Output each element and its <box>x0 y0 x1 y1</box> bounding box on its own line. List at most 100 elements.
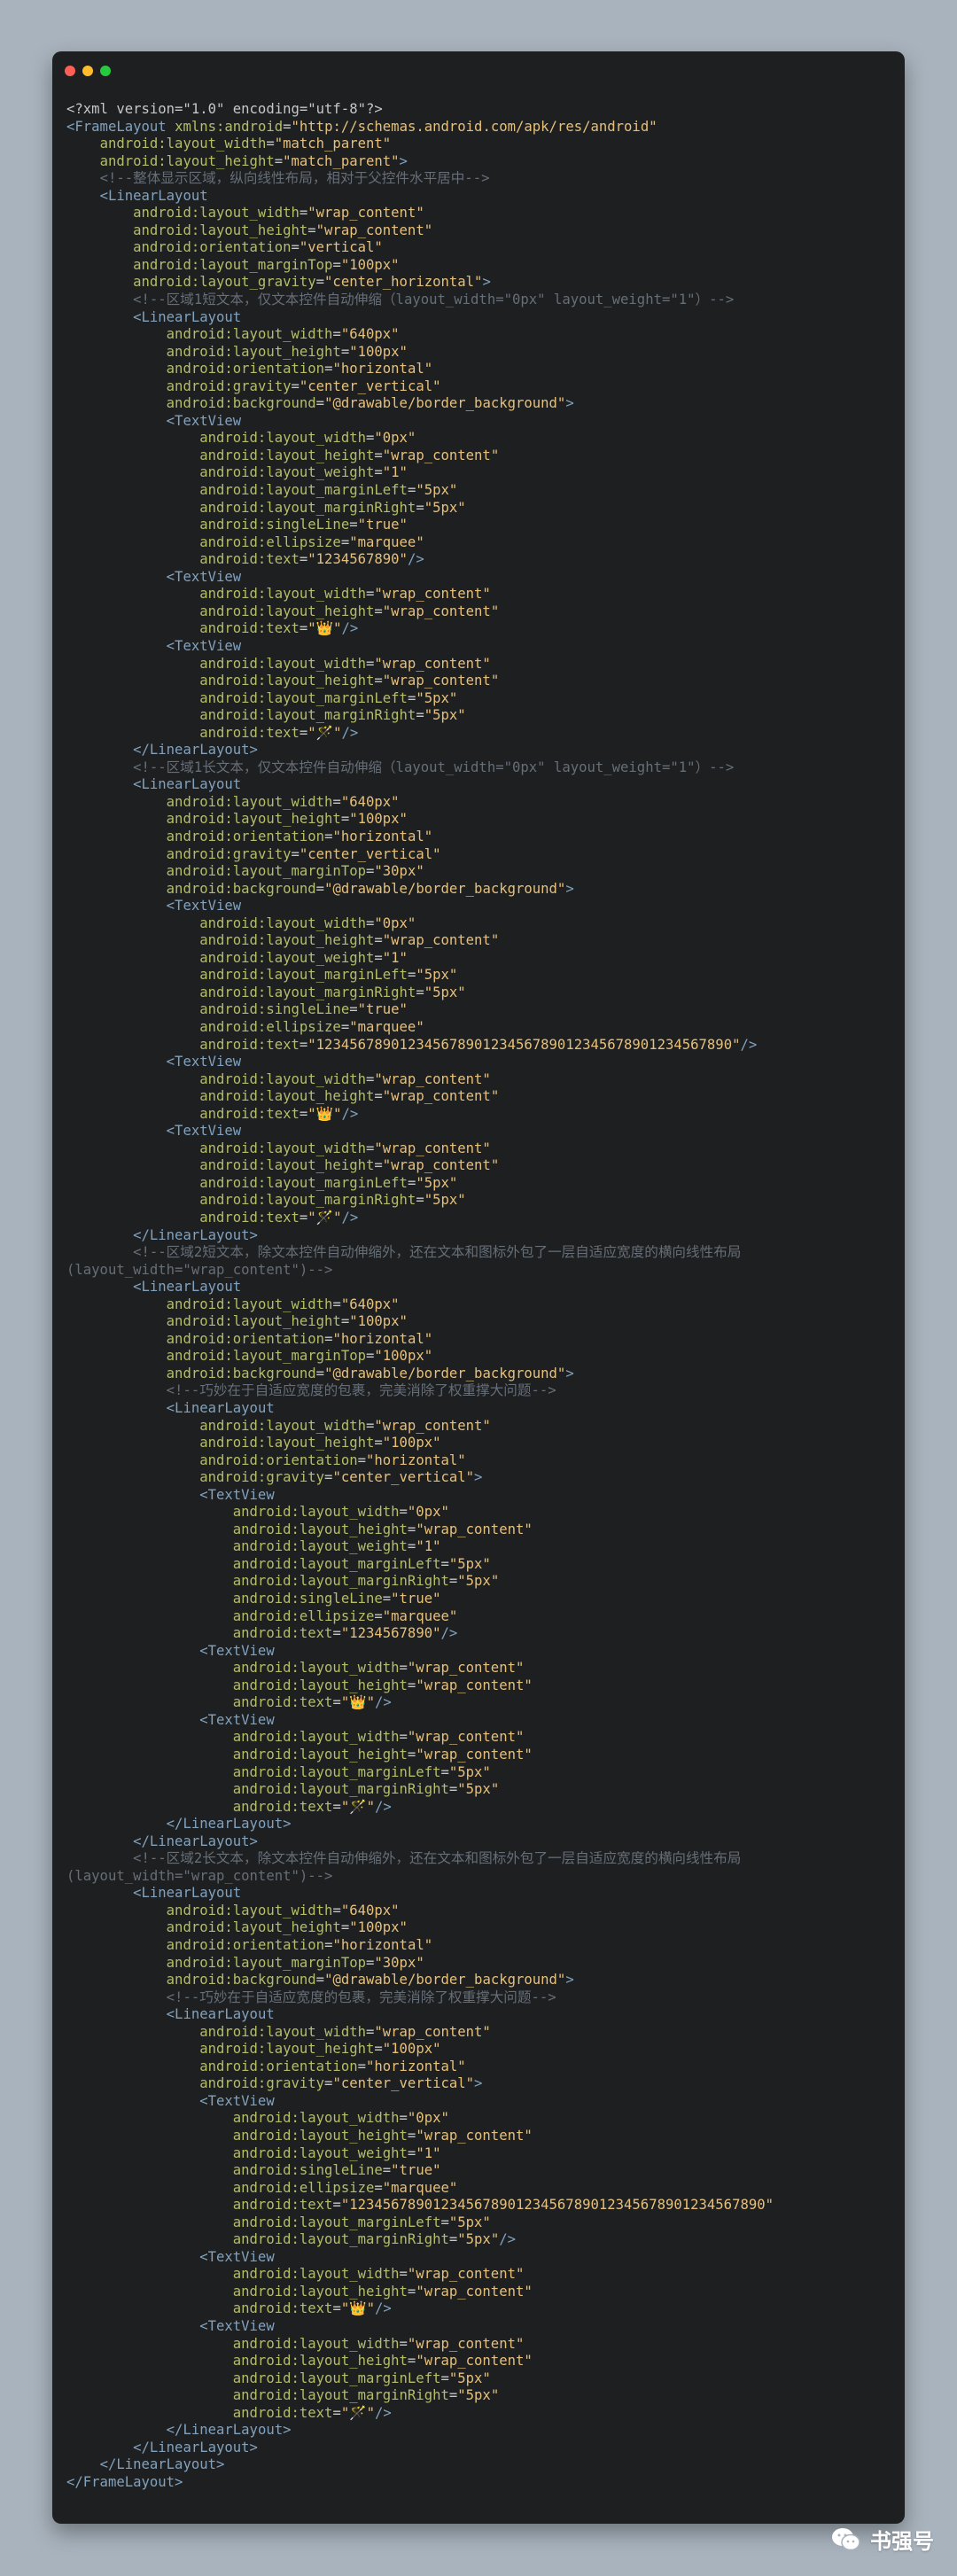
code-token: android:layout_height <box>232 1521 408 1537</box>
code-token: (layout_width="wrap_content")--> <box>66 1867 333 1884</box>
code-token: = <box>291 845 300 862</box>
code-line: android:singleLine="true" <box>66 2162 896 2180</box>
code-token: = <box>315 395 325 412</box>
code-line: android:layout_marginLeft="5px" <box>66 1764 896 1782</box>
code-line: android:layout_marginRight="5px" <box>66 2387 896 2405</box>
code-token: <TextView <box>166 412 242 429</box>
code-line: android:layout_marginLeft="5px" <box>66 967 896 984</box>
code-token: = <box>291 239 300 256</box>
code-token: android:layout_marginRight <box>232 2231 449 2248</box>
code-token: "5px" <box>457 2231 500 2248</box>
code-token: android:layout_height <box>166 1313 341 1330</box>
code-token: "match_parent" <box>283 152 400 169</box>
code-token: "wrap_content" <box>407 1729 525 1746</box>
code-token: = <box>366 1348 375 1365</box>
code-token: "wrap_content" <box>407 1660 525 1677</box>
code-token: = <box>274 152 284 169</box>
code-token: > <box>399 152 408 169</box>
code-token: <TextView <box>199 1711 275 1728</box>
code-token: android:layout_height <box>99 152 275 169</box>
code-line: android:layout_gravity="center_horizonta… <box>66 274 896 292</box>
close-dot[interactable] <box>65 66 75 76</box>
code-token: android:layout_marginRight <box>199 499 416 516</box>
code-token: = <box>399 1729 408 1746</box>
code-token: android:gravity <box>199 2075 325 2092</box>
code-token: "horizontal" <box>332 828 433 844</box>
code-token: "marquee" <box>382 1607 458 1624</box>
code-token: = <box>407 2127 416 2144</box>
zoom-dot[interactable] <box>100 66 111 76</box>
code-token: "0px" <box>407 2110 449 2127</box>
code-line: <TextView <box>66 2249 896 2267</box>
code-line: android:layout_marginTop="30px" <box>66 863 896 881</box>
code-token: android:layout_marginRight <box>199 984 416 1000</box>
code-line: <LinearLayout <box>66 1279 896 1296</box>
code-line: android:layout_width="0px" <box>66 1504 896 1521</box>
code-token: = <box>407 689 416 706</box>
code-token: android:layout_height <box>199 447 375 463</box>
code-token: = <box>299 620 308 637</box>
code-token: = <box>416 984 424 1000</box>
code-token: android:layout_weight <box>199 949 375 966</box>
code-token: android:layout_width <box>199 655 366 672</box>
code-line: (layout_width="wrap_content")--> <box>66 1868 896 1886</box>
code-line: android:layout_marginTop="100px" <box>66 257 896 275</box>
code-token: android:layout_height <box>199 2041 375 2058</box>
code-token: android:singleLine <box>199 517 350 533</box>
code-line: <!--整体显示区域，纵向线性布局，相对于父控件水平居中--> <box>66 170 896 188</box>
code-token: android:layout_height <box>199 932 375 949</box>
code-token: /> <box>375 2404 392 2421</box>
code-line: android:text="👑"/> <box>66 2300 896 2318</box>
code-token: android:layout_height <box>166 1919 341 1936</box>
code-token: "wrap_content" <box>416 2127 533 2144</box>
code-token: android:layout_height <box>166 343 341 360</box>
code-token: = <box>374 603 383 619</box>
code-token: "true" <box>357 517 408 533</box>
code-token: = <box>315 1972 325 1988</box>
code-line: android:layout_width="wrap_content" <box>66 586 896 603</box>
code-token: xmlns:android <box>175 118 284 135</box>
code-line: <TextView <box>66 2093 896 2111</box>
code-token: "🪄" <box>340 2404 376 2421</box>
code-token: "wrap_content" <box>374 2023 491 2040</box>
code-token: "5px" <box>457 1781 500 1798</box>
code-token: = <box>365 1070 375 1087</box>
code-token: = <box>299 1105 308 1122</box>
code-token: > <box>565 1972 574 1988</box>
minimize-dot[interactable] <box>82 66 93 76</box>
code-token: "5px" <box>457 2387 500 2404</box>
code-token: android:text <box>199 620 300 637</box>
code-token: "5px" <box>416 1174 458 1191</box>
code-line: android:text="🪄"/> <box>66 2405 896 2423</box>
code-token: "640px" <box>340 1902 400 1918</box>
code-line: android:text="12345678901234567890123456… <box>66 1037 896 1055</box>
code-token: = <box>332 1296 341 1312</box>
code-token: android:text <box>232 1798 333 1815</box>
code-token: "1" <box>416 1538 441 1555</box>
code-line: android:layout_weight="1" <box>66 950 896 968</box>
code-token: "wrap_content" <box>407 2335 525 2352</box>
code-line: android:text="12345678901234567890123456… <box>66 2197 896 2214</box>
